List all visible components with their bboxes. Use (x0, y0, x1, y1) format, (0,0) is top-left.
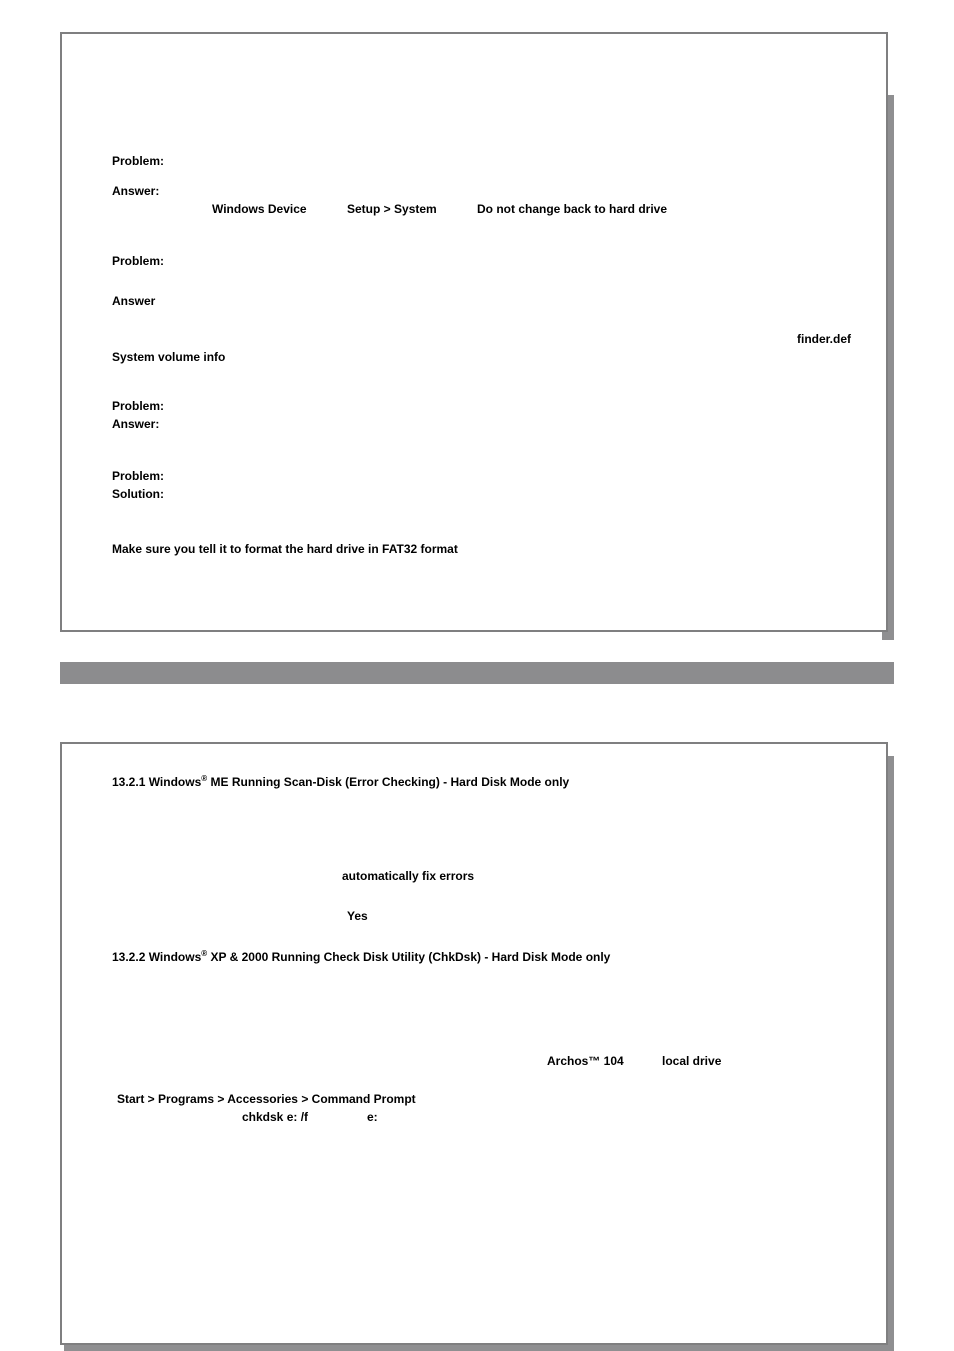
h1321-prefix: 13.2.1 Windows (112, 775, 201, 789)
h1321-rest: ME Running Scan-Disk (Error Checking) - … (207, 775, 569, 789)
q2-bold-finderdef: finder.def (797, 332, 851, 346)
q1-bold-setup: Setup > System (347, 202, 437, 216)
page: Problem: Answer: Windows Device Setup > … (0, 0, 954, 1351)
q3-answer-label: Answer: (112, 417, 159, 431)
q4-problem-label: Problem: (112, 469, 164, 483)
startpath-bold: Start > Programs > Accessories > Command… (117, 1092, 416, 1106)
archos-bold: Archos™ 104 (547, 1054, 624, 1068)
q1-problem-label: Problem: (112, 154, 164, 168)
yes-bold: Yes (347, 909, 368, 923)
q4-bold-fat32: Make sure you tell it to format the hard… (112, 542, 458, 556)
box2: 13.2.1 Windows® ME Running Scan-Disk (Er… (60, 742, 888, 1345)
q2-answer-label: Answer (112, 294, 155, 308)
h1321: 13.2.1 Windows® ME Running Scan-Disk (Er… (112, 774, 569, 789)
q4-solution-label: Solution: (112, 487, 164, 501)
q1-bold-winDevice: Windows Device (212, 202, 307, 216)
box2-content: 13.2.1 Windows® ME Running Scan-Disk (Er… (97, 774, 851, 1313)
chkdsk-bold: chkdsk e: /f (242, 1110, 308, 1124)
q2-bold-sysvolinfo: System volume info (112, 350, 225, 364)
box1: Problem: Answer: Windows Device Setup > … (60, 32, 888, 632)
q2-problem-label: Problem: (112, 254, 164, 268)
h1322-prefix: 13.2.2 Windows (112, 950, 201, 964)
e-colon-bold: e: (367, 1110, 378, 1124)
box1-content: Problem: Answer: Windows Device Setup > … (97, 64, 851, 600)
q1-bold-nochange: Do not change back to hard drive (477, 202, 667, 216)
localdrive-bold: local drive (662, 1054, 721, 1068)
h1322-rest: XP & 2000 Running Check Disk Utility (Ch… (207, 950, 610, 964)
q1-answer-label: Answer: (112, 184, 159, 198)
separator-bar (60, 662, 894, 684)
h1322: 13.2.2 Windows® XP & 2000 Running Check … (112, 949, 610, 964)
autofix-bold: automatically fix errors (342, 869, 474, 883)
q3-problem-label: Problem: (112, 399, 164, 413)
